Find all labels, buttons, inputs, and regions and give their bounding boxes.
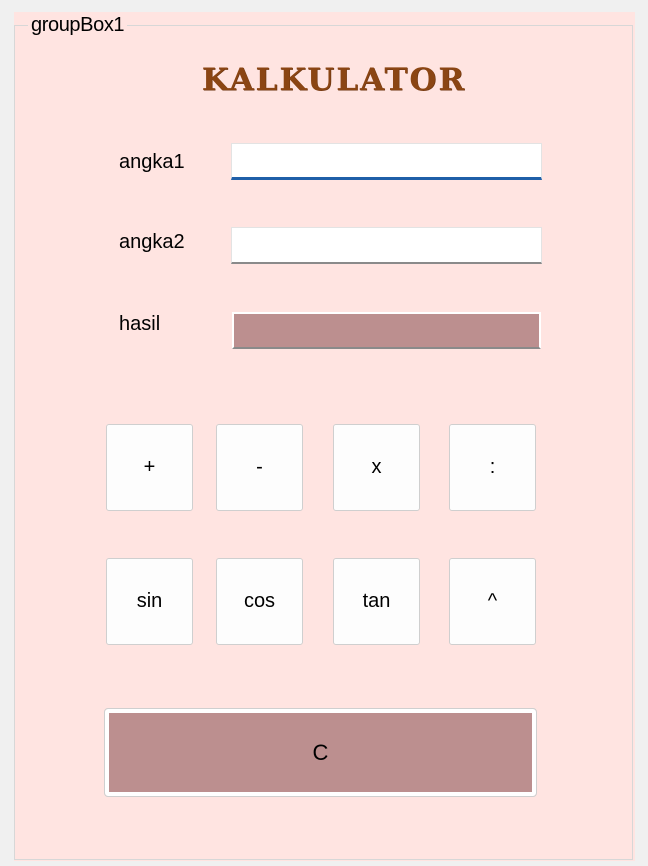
app-title: KALKULATOR (201, 62, 467, 98)
power-button[interactable]: ^ (449, 558, 536, 645)
multiply-button[interactable]: x (333, 424, 420, 511)
angka2-label: angka2 (119, 231, 185, 253)
hasil-label: hasil (119, 313, 161, 335)
calculator-window: groupBox1 KALKULATOR angka1 angka2 hasil… (0, 0, 648, 866)
groupbox-legend: groupBox1 (28, 12, 128, 38)
angka2-input[interactable] (231, 227, 542, 264)
angka1-label: angka1 (119, 151, 185, 173)
sin-button[interactable]: sin (106, 558, 193, 645)
clear-button[interactable]: C (104, 708, 537, 797)
add-button[interactable]: + (106, 424, 193, 511)
hasil-output (232, 312, 541, 349)
subtract-button[interactable]: - (216, 424, 303, 511)
tan-button[interactable]: tan (333, 558, 420, 645)
divide-button[interactable]: : (449, 424, 536, 511)
angka1-input[interactable] (231, 143, 542, 180)
cos-button[interactable]: cos (216, 558, 303, 645)
